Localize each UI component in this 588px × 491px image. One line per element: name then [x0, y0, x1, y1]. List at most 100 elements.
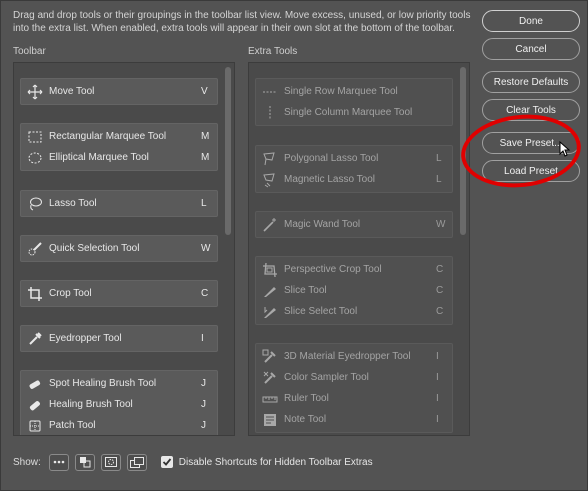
- extra-tool-row[interactable]: Magnetic Lasso Tool L: [256, 169, 452, 190]
- tool-shortcut: C: [436, 285, 444, 296]
- extra-tool-group[interactable]: Polygonal Lasso Tool L Magnetic Lasso Tool…: [255, 145, 453, 193]
- disable-shortcuts-checkbox[interactable]: [160, 456, 173, 468]
- show-foreground-background-button[interactable]: [74, 453, 95, 471]
- polygonal-lasso-icon: [262, 151, 278, 167]
- toolbar-tool-group[interactable]: Crop Tool C: [20, 280, 218, 307]
- tool-label: Eyedropper Tool: [49, 333, 122, 344]
- magnetic-lasso-icon: [262, 172, 278, 188]
- disable-shortcuts-label: Disable Shortcuts for Hidden Toolbar Ext…: [178, 456, 373, 468]
- tool-label: Crop Tool: [49, 288, 92, 299]
- toolbar-tool-row[interactable]: Spot Healing Brush Tool J: [21, 373, 217, 394]
- move-icon: [27, 84, 43, 100]
- extra-tool-group[interactable]: 3D Material Eyedropper Tool I Color Sample…: [255, 343, 453, 433]
- toolbar-tool-group[interactable]: Lasso Tool L: [20, 190, 218, 217]
- eyedropper-icon: [27, 331, 43, 347]
- extra-tool-row[interactable]: Slice Select Tool C: [256, 301, 452, 322]
- dialog-description: Drag and drop tools or their groupings i…: [13, 10, 471, 34]
- screen-mode-icon: [129, 456, 144, 468]
- tool-label: Healing Brush Tool: [49, 399, 133, 410]
- toolbar-tool-row[interactable]: Crop Tool C: [21, 283, 217, 304]
- tool-shortcut: C: [436, 306, 444, 317]
- show-extras-button[interactable]: [48, 453, 69, 471]
- crop-icon: [27, 286, 43, 302]
- checkmark-icon: [162, 458, 171, 466]
- tool-shortcut: J: [201, 420, 206, 431]
- spot-healing-icon: [27, 376, 43, 392]
- extra-tool-row[interactable]: Single Column Marquee Tool: [256, 102, 452, 123]
- toolbar-tool-group[interactable]: Eyedropper Tool I: [20, 325, 218, 352]
- tool-label: 3D Material Eyedropper Tool: [284, 351, 411, 362]
- done-button[interactable]: Done: [482, 10, 580, 32]
- ellipse-marquee-icon: [27, 150, 43, 166]
- extra-tools-title: Extra Tools: [248, 46, 298, 57]
- show-label: Show:: [13, 456, 41, 468]
- toolbar-tool-group[interactable]: Spot Healing Brush Tool J Healing Brush To…: [20, 370, 218, 435]
- extra-tools-list[interactable]: Single Row Marquee Tool Single Column Mar…: [248, 62, 470, 436]
- extra-tool-row[interactable]: 3D Material Eyedropper Tool I: [256, 346, 452, 367]
- tool-label: Patch Tool: [49, 420, 96, 431]
- mouse-pointer-icon: [559, 141, 571, 157]
- tool-label: Slice Tool: [284, 285, 327, 296]
- extra-tool-row[interactable]: Slice Tool C: [256, 280, 452, 301]
- tool-label: Rectangular Marquee Tool: [49, 131, 167, 142]
- tool-label: Magic Wand Tool: [284, 219, 361, 230]
- toolbar-tool-row[interactable]: Patch Tool J: [21, 415, 217, 435]
- toolbar-tool-row[interactable]: Eyedropper Tool I: [21, 328, 217, 349]
- extra-tool-row[interactable]: Polygonal Lasso Tool L: [256, 148, 452, 169]
- extra-tool-row[interactable]: Single Row Marquee Tool: [256, 81, 452, 102]
- extra-tool-row[interactable]: Color Sampler Tool I: [256, 367, 452, 388]
- toolbar-tool-row[interactable]: Elliptical Marquee Tool M: [21, 147, 217, 168]
- show-bar: Show: Disable Shortcuts for Hidden Toolb…: [13, 453, 373, 471]
- magic-wand-icon: [262, 217, 278, 233]
- tool-shortcut: L: [436, 174, 442, 185]
- show-quick-mask-button[interactable]: [100, 453, 121, 471]
- extra-tool-group[interactable]: Magic Wand Tool W: [255, 211, 453, 238]
- tool-shortcut: L: [436, 153, 442, 164]
- note-icon: [262, 412, 278, 428]
- tool-shortcut: I: [201, 333, 204, 344]
- show-screen-mode-button[interactable]: [126, 453, 147, 471]
- tool-label: Move Tool: [49, 86, 95, 97]
- tool-label: Slice Select Tool: [284, 306, 358, 317]
- slice-select-icon: [262, 304, 278, 320]
- extra-tool-row[interactable]: Ruler Tool I: [256, 388, 452, 409]
- toolbar-tool-group[interactable]: Rectangular Marquee Tool M Elliptical Marq…: [20, 123, 218, 171]
- extra-tool-row[interactable]: Note Tool I: [256, 409, 452, 430]
- tool-label: Spot Healing Brush Tool: [49, 378, 157, 389]
- toolbar-tool-row[interactable]: Lasso Tool L: [21, 193, 217, 214]
- perspective-crop-icon: [262, 262, 278, 278]
- toolbar-scrollbar[interactable]: [225, 67, 231, 235]
- rect-marquee-icon: [27, 129, 43, 145]
- extra-tool-row[interactable]: Perspective Crop Tool C: [256, 259, 452, 280]
- extra-tool-group[interactable]: Perspective Crop Tool C Slice Tool C Slice S…: [255, 256, 453, 325]
- toolbar-tool-group[interactable]: Quick Selection Tool W: [20, 235, 218, 262]
- tool-label: Single Row Marquee Tool: [284, 86, 398, 97]
- tool-shortcut: C: [201, 288, 209, 299]
- color-sampler-icon: [262, 370, 278, 386]
- healing-brush-icon: [27, 397, 43, 413]
- toolbar-tool-group[interactable]: Move Tool V: [20, 78, 218, 105]
- patch-icon: [27, 418, 43, 434]
- tool-shortcut: M: [201, 152, 210, 163]
- tool-label: Single Column Marquee Tool: [284, 107, 413, 118]
- 3d-eyedropper-icon: [262, 349, 278, 365]
- tool-shortcut: M: [201, 131, 210, 142]
- ellipsis-icon: [53, 460, 65, 464]
- restore-defaults-button[interactable]: Restore Defaults: [482, 71, 580, 93]
- quick-mask-icon: [104, 457, 117, 467]
- toolbar-tool-row[interactable]: Rectangular Marquee Tool M: [21, 126, 217, 147]
- tool-shortcut: V: [201, 86, 208, 97]
- lasso-icon: [27, 196, 43, 212]
- toolbar-list[interactable]: Move Tool V Rectangular Marquee Tool M Ellip…: [13, 62, 235, 436]
- toolbar-tool-row[interactable]: Quick Selection Tool W: [21, 238, 217, 259]
- tool-label: Polygonal Lasso Tool: [284, 153, 379, 164]
- extra-tool-row[interactable]: Magic Wand Tool W: [256, 214, 452, 235]
- tool-shortcut: I: [436, 372, 439, 383]
- cancel-button[interactable]: Cancel: [482, 38, 580, 60]
- foreground-background-icon: [79, 457, 91, 468]
- extra-tool-group[interactable]: Single Row Marquee Tool Single Column Mar…: [255, 78, 453, 126]
- toolbar-tool-row[interactable]: Move Tool V: [21, 81, 217, 102]
- toolbar-tool-row[interactable]: Healing Brush Tool J: [21, 394, 217, 415]
- ruler-icon: [262, 391, 278, 407]
- single-column-icon: [262, 105, 278, 121]
